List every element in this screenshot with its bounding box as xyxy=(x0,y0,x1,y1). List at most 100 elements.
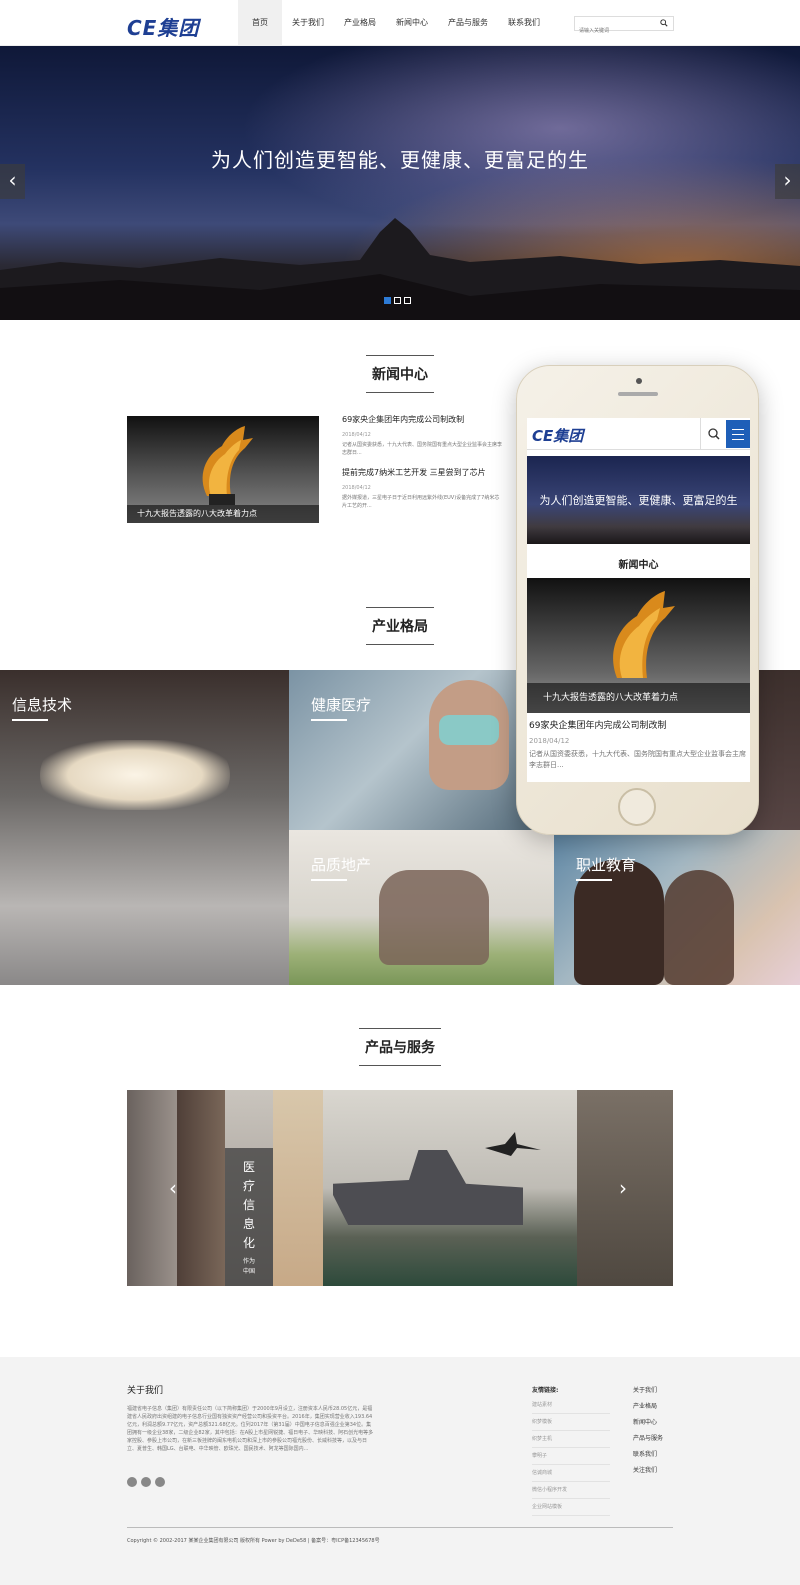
footer-nav-item[interactable]: 关注我们 xyxy=(633,1465,663,1481)
nav-home[interactable]: 首页 xyxy=(238,0,282,46)
bird-icon xyxy=(485,1132,541,1156)
trophy-illustration xyxy=(613,591,675,678)
footer-link[interactable]: 微信小程序开发 xyxy=(532,1482,610,1499)
footer-link[interactable]: 信诚商城 xyxy=(532,1465,610,1482)
weibo-icon[interactable] xyxy=(127,1477,137,1487)
search-box xyxy=(574,16,674,38)
student-figure xyxy=(664,870,734,985)
banner-dot[interactable] xyxy=(394,297,401,304)
product-caption-title: 医疗信息化 xyxy=(242,1160,255,1250)
product-caption: 医疗信息化 作为中国 xyxy=(225,1148,273,1286)
product-caption-sub: 作为中国 xyxy=(242,1258,255,1275)
products-next-button[interactable]: › xyxy=(619,1176,627,1200)
footer-copyright: Copyright © 2002-2017 某某企业集团有限公司 版权所有 Po… xyxy=(127,1538,380,1544)
industry-label: 品质地产 xyxy=(311,854,371,881)
logo[interactable]: CE集团 xyxy=(127,12,199,41)
qq-icon[interactable] xyxy=(155,1477,165,1487)
search-icon xyxy=(708,428,720,440)
mobile-news-image[interactable]: 十九大报告透露的八大改革着力点 xyxy=(527,578,750,713)
industry-label: 信息技术 xyxy=(12,694,72,721)
social-links xyxy=(127,1477,165,1487)
news-item-date: 2018/04/12 xyxy=(342,485,371,491)
industry-tile-education[interactable]: 职业教育 xyxy=(554,830,800,985)
footer-nav-item[interactable]: 关于我们 xyxy=(633,1385,663,1401)
banner-dot[interactable] xyxy=(404,297,411,304)
cloud-graphic xyxy=(40,740,230,810)
hero-banner: 为人们创造更智能、更健康、更富足的生 ‹ › xyxy=(0,46,800,320)
phone-mockup: CE集团 为人们创造更智能、更健康、更富足的生 新闻中心 十九大报告透露的八大改… xyxy=(516,365,759,835)
footer-nav-item[interactable]: 新闻中心 xyxy=(633,1417,663,1433)
industry-label: 职业教育 xyxy=(576,854,636,881)
industry-tile-it[interactable]: 信息技术 xyxy=(0,670,289,985)
news-item-title[interactable]: 提前完成7纳米工艺开发 三星尝到了芯片 xyxy=(342,467,502,478)
nav-contact[interactable]: 联系我们 xyxy=(498,0,550,46)
phone-camera xyxy=(636,378,642,384)
news-feature-image[interactable]: 十九大报告透露的八大改革着力点 xyxy=(127,416,319,523)
mobile-news-item[interactable]: 69家央企集团年内完成公司制改制 2018/04/12 记者从国资委获悉，十九大… xyxy=(529,718,747,771)
nav-news[interactable]: 新闻中心 xyxy=(386,0,438,46)
footer-link[interactable]: 织梦主机 xyxy=(532,1431,610,1448)
footer-nav: 关于我们 产业格局 新闻中心 产品与服务 联系我们 关注我们 xyxy=(633,1385,663,1481)
footer-nav-item[interactable]: 联系我们 xyxy=(633,1449,663,1465)
mobile-news-date: 2018/04/12 xyxy=(529,737,570,745)
banner-pagination xyxy=(384,297,411,304)
mobile-search-button[interactable] xyxy=(700,418,726,450)
news-item-summary: 据外媒报道，三星电子日于近日利用远紫外线(EUV)设备完成了7纳米芯片工艺的开.… xyxy=(342,495,500,509)
footer-nav-item[interactable]: 产业格局 xyxy=(633,1401,663,1417)
news-item-summary: 记者从国资委获悉，十九大代表、国务院国有重点大型企业监事会主席李志群日... xyxy=(342,442,503,456)
mobile-news-summary: 记者从国资委获悉，十九大代表、国务院国有重点大型企业监事会主席李志群日... xyxy=(529,750,746,769)
product-strip[interactable] xyxy=(177,1090,225,1286)
banner-title: 为人们创造更智能、更健康、更富足的生 xyxy=(211,148,589,172)
footer-link[interactable]: 建站素材 xyxy=(532,1397,610,1414)
main-nav: 首页 关于我们 产业格局 新闻中心 产品与服务 联系我们 xyxy=(238,0,550,46)
industry-tile-realestate[interactable]: 品质地产 xyxy=(289,830,554,985)
news-feature-caption: 十九大报告透露的八大改革着力点 xyxy=(127,505,319,523)
footer-link[interactable]: 企业网站模板 xyxy=(532,1499,610,1516)
mobile-section-title: 新闻中心 xyxy=(618,560,659,571)
menu-bar xyxy=(732,429,744,430)
footer-nav-item[interactable]: 产品与服务 xyxy=(633,1433,663,1449)
product-strip[interactable] xyxy=(273,1090,323,1286)
mobile-banner-title: 为人们创造更智能、更健康、更富足的生 xyxy=(539,494,738,507)
news-item[interactable]: 69家央企集团年内完成公司制改制 2018/04/12 记者从国资委获悉，十九大… xyxy=(342,414,502,457)
menu-icon[interactable] xyxy=(726,420,750,448)
phone-home-button xyxy=(618,788,656,826)
mobile-news-title[interactable]: 69家央企集团年内完成公司制改制 xyxy=(529,718,747,731)
footer-link[interactable]: 攀明子 xyxy=(532,1448,610,1465)
nav-industry[interactable]: 产业格局 xyxy=(334,0,386,46)
news-list: 69家央企集团年内完成公司制改制 2018/04/12 记者从国资委获悉，十九大… xyxy=(342,414,502,520)
news-item-title[interactable]: 69家央企集团年内完成公司制改制 xyxy=(342,414,502,425)
ship-graphic xyxy=(333,1150,523,1225)
footer-link[interactable]: 织梦模板 xyxy=(532,1414,610,1431)
phone-speaker xyxy=(618,392,658,396)
industry-label: 健康医疗 xyxy=(311,694,371,721)
products-section-title: 产品与服务 xyxy=(0,1028,800,1066)
news-item[interactable]: 提前完成7纳米工艺开发 三星尝到了芯片 2018/04/12 据外媒报道，三星电… xyxy=(342,467,502,510)
industry-tile-health[interactable]: 健康医疗 xyxy=(289,670,554,830)
site-footer: 关于我们 福建省电子信息（集团）有限责任公司（以下简称集团）于2000年9月设立… xyxy=(0,1357,800,1585)
footer-about-text: 福建省电子信息（集团）有限责任公司（以下简称集团）于2000年9月设立，注册资本… xyxy=(127,1406,374,1452)
banner-next-button[interactable]: › xyxy=(775,164,800,199)
menu-bar xyxy=(732,439,744,440)
products-slider: 医疗信息化 作为中国 ‹ › xyxy=(127,1090,673,1286)
site-header: CE集团 首页 关于我们 产业格局 新闻中心 产品与服务 联系我们 xyxy=(0,0,800,46)
footer-links-title: 友情链接: xyxy=(532,1387,559,1394)
mobile-news-caption: 十九大报告透露的八大改革着力点 xyxy=(527,683,750,713)
family-figure xyxy=(379,870,489,965)
news-item-date: 2018/04/12 xyxy=(342,432,371,438)
nav-about[interactable]: 关于我们 xyxy=(282,0,334,46)
products-prev-button[interactable]: ‹ xyxy=(169,1176,177,1200)
wechat-icon[interactable] xyxy=(141,1477,151,1487)
phone-screen: CE集团 为人们创造更智能、更健康、更富足的生 新闻中心 十九大报告透露的八大改… xyxy=(527,418,750,782)
mobile-header: CE集团 xyxy=(527,418,750,450)
trophy-illustration xyxy=(202,426,253,505)
product-feature-image[interactable] xyxy=(323,1090,577,1286)
search-icon[interactable] xyxy=(660,19,668,27)
nav-products[interactable]: 产品与服务 xyxy=(438,0,498,46)
mobile-logo[interactable]: CE集团 xyxy=(532,425,583,446)
search-input[interactable] xyxy=(575,24,655,38)
mask-graphic xyxy=(439,715,499,745)
banner-dot[interactable] xyxy=(384,297,391,304)
mobile-banner: 为人们创造更智能、更健康、更富足的生 xyxy=(527,456,750,544)
banner-prev-button[interactable]: ‹ xyxy=(0,164,25,199)
